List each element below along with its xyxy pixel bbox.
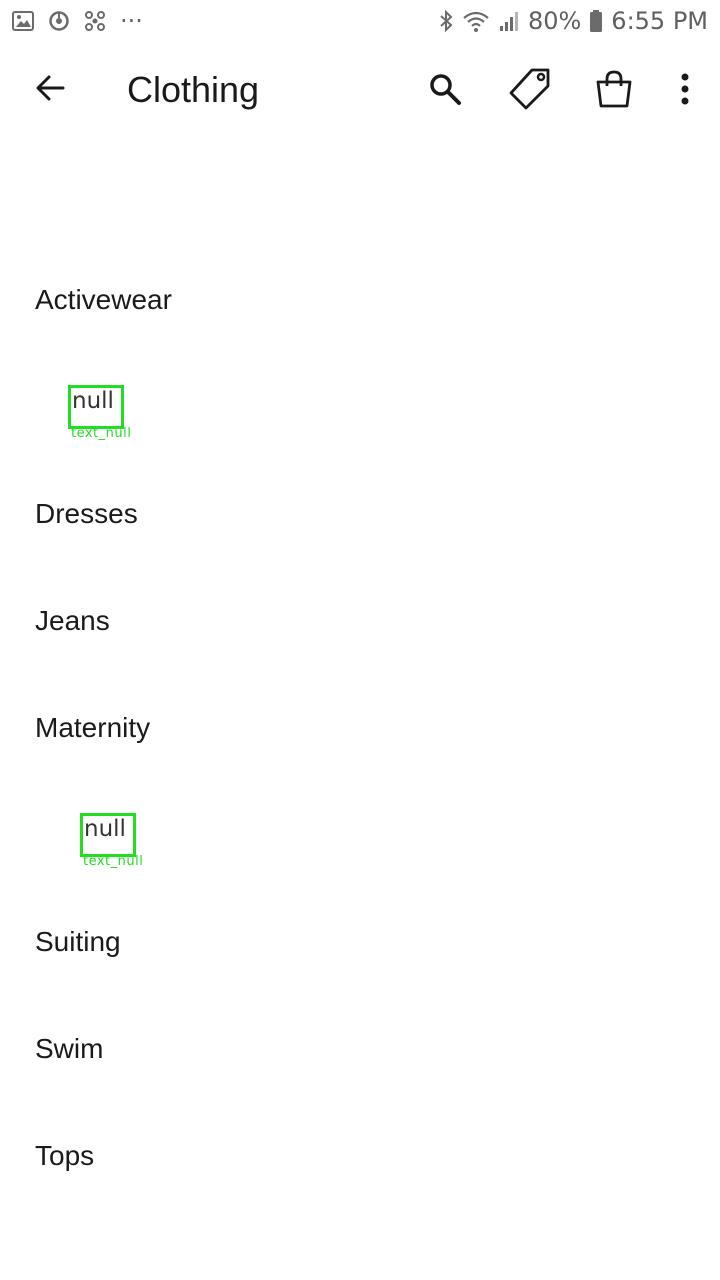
search-icon bbox=[428, 72, 462, 111]
fan-icon bbox=[84, 10, 106, 32]
app-bar: Clothing bbox=[0, 42, 720, 140]
status-left: ··· bbox=[12, 7, 143, 35]
category-item-maternity[interactable]: Maternity bbox=[35, 711, 150, 745]
signal-icon bbox=[498, 10, 520, 32]
wifi-icon bbox=[462, 9, 490, 33]
null-item-caption: text_null bbox=[83, 854, 144, 869]
shopping-bag-icon bbox=[594, 69, 634, 114]
category-item-jeans[interactable]: Jeans bbox=[35, 604, 110, 638]
category-item-dresses[interactable]: Dresses bbox=[35, 497, 138, 531]
more-options-button[interactable] bbox=[660, 66, 710, 116]
category-item-activewear[interactable]: Activewear bbox=[35, 283, 172, 317]
category-item-suiting[interactable]: Suiting bbox=[35, 925, 121, 959]
deals-button[interactable] bbox=[505, 66, 555, 116]
battery-percent: 80% bbox=[527, 7, 582, 35]
clock: 6:55 PM bbox=[611, 7, 708, 35]
page-title: Clothing bbox=[127, 69, 260, 110]
more-vert-icon bbox=[679, 73, 691, 110]
back-arrow-icon bbox=[34, 72, 66, 109]
null-item-caption: text_null bbox=[71, 426, 132, 441]
bluetooth-icon bbox=[438, 9, 454, 33]
back-button[interactable] bbox=[26, 66, 74, 114]
null-item-overlay[interactable]: null bbox=[80, 813, 136, 857]
status-bar: ··· 80% 6:55 PM bbox=[0, 0, 720, 42]
sync-icon bbox=[48, 10, 70, 32]
shopping-bag-button[interactable] bbox=[589, 66, 639, 116]
tag-icon bbox=[507, 66, 553, 117]
status-right: 80% 6:55 PM bbox=[438, 7, 708, 35]
gallery-icon bbox=[12, 10, 34, 32]
search-button[interactable] bbox=[420, 66, 470, 116]
category-item-tops[interactable]: Tops bbox=[35, 1139, 94, 1173]
battery-icon bbox=[589, 9, 603, 33]
category-item-swim[interactable]: Swim bbox=[35, 1032, 103, 1066]
more-notifications: ··· bbox=[120, 7, 143, 35]
null-item-overlay[interactable]: null bbox=[68, 385, 124, 429]
